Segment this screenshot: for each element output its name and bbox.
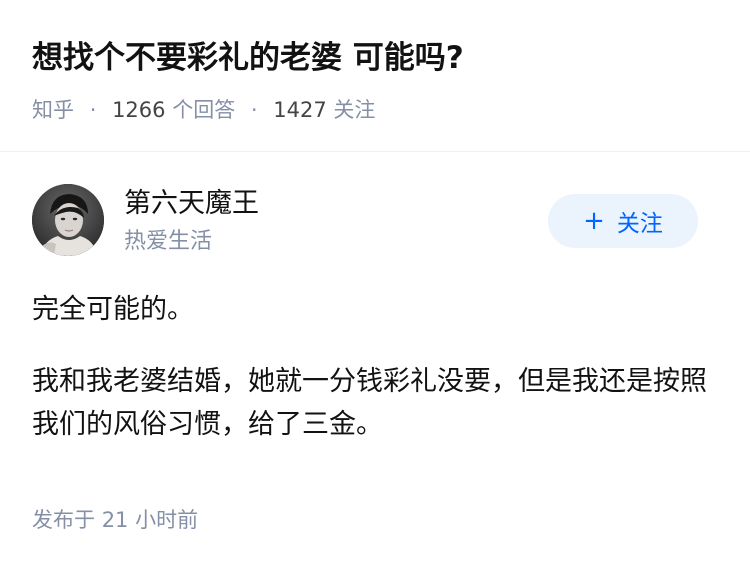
author-info: 第六天魔王 热爱生活 + 关注 <box>32 184 718 260</box>
answer-count-label: 个回答 <box>172 98 236 122</box>
publish-time-label: 发布于 <box>32 508 95 532</box>
question-title[interactable]: 想找个不要彩礼的老婆 可能吗? <box>32 34 464 82</box>
publish-time: 发布于 21 小时前 <box>32 504 198 536</box>
question-meta: 知乎 · 1266 个回答 · 1427 关注 <box>32 92 375 128</box>
follow-button[interactable]: + 关注 <box>548 194 698 248</box>
avatar-portrait-image <box>32 184 104 256</box>
answer-count: 1266 <box>112 98 166 122</box>
author-avatar[interactable] <box>32 184 104 256</box>
author-bio: 热爱生活 <box>124 229 213 254</box>
plus-icon: + <box>583 206 605 236</box>
publish-time-value: 21 小时前 <box>101 508 199 532</box>
source-label[interactable]: 知乎 <box>32 98 74 122</box>
answer-content: 完全可能的。 我和我老婆结婚，她就一分钱彩礼没要，但是我还是按照我们的风俗习惯，… <box>32 288 718 446</box>
answer-paragraph: 完全可能的。 <box>32 294 194 325</box>
meta-separator: · <box>89 98 97 122</box>
question-header: 想找个不要彩礼的老婆 可能吗? 知乎 · 1266 个回答 · 1427 关注 <box>0 0 750 152</box>
zhihu-answer-page: 想找个不要彩礼的老婆 可能吗? 知乎 · 1266 个回答 · 1427 关注 <box>0 0 750 570</box>
follower-count: 1427 <box>273 98 327 122</box>
follow-button-label: 关注 <box>616 211 663 237</box>
answer-paragraph: 我和我老婆结婚，她就一分钱彩礼没要，但是我还是按照我们的风俗习惯，给了三金。 <box>32 366 707 440</box>
follower-count-label: 关注 <box>333 98 376 122</box>
meta-separator: · <box>250 98 258 122</box>
author-name[interactable]: 第六天魔王 <box>124 184 259 224</box>
